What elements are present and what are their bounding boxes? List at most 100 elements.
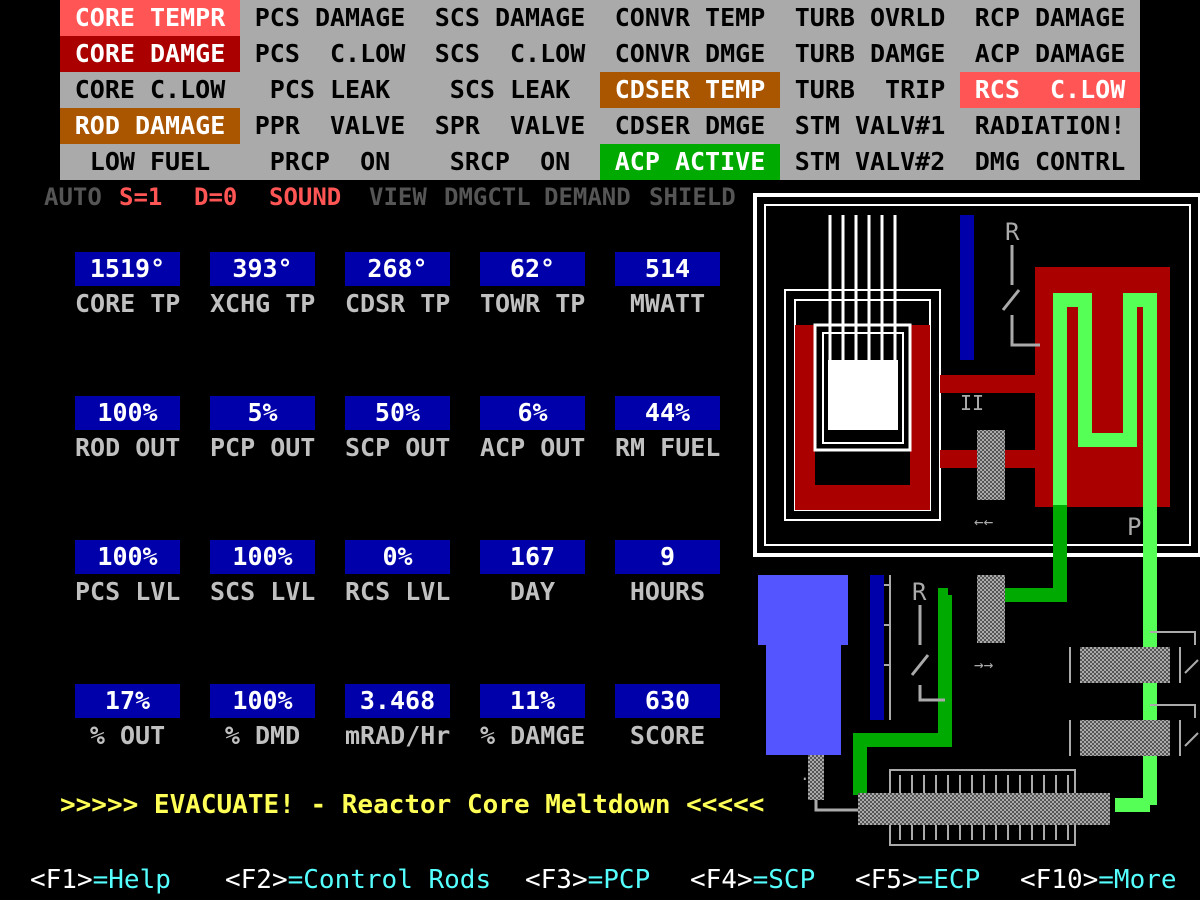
mode-d-0[interactable]: D=0 [194, 182, 269, 212]
reading-label: TOWR TP [480, 289, 586, 318]
reading-label: CDSR TP [345, 289, 451, 318]
turbine-2 [1069, 704, 1199, 756]
status-light-acp-active: ACP ACTIVE [600, 144, 780, 180]
function-key-code: <F1> [30, 865, 93, 895]
mode-demand[interactable]: DEMAND [544, 182, 649, 212]
status-light-dmg-contrl: DMG CONTRL [960, 144, 1140, 180]
mode-shield[interactable]: SHIELD [649, 182, 749, 212]
reading-label: mRAD/Hr [345, 721, 451, 750]
status-light-stm-valv-2: STM VALV#2 [780, 144, 960, 180]
mode-dmgctl[interactable]: DMGCTL [444, 182, 544, 212]
status-light-scs-leak: SCS LEAK [420, 72, 600, 108]
alarm-message: >>>>> EVACUATE! - Reactor Core Meltdown … [60, 790, 765, 820]
reading-label: SCP OUT [345, 433, 451, 462]
reading-hours: 9 HOURS [615, 540, 720, 610]
reading-label: HOURS [629, 577, 706, 606]
condenser-pump[interactable]: . [800, 755, 860, 812]
status-light-stm-valv-1: STM VALV#1 [780, 108, 960, 144]
cooling-tower [758, 575, 848, 755]
mode-sound[interactable]: SOUND [269, 182, 369, 212]
status-light-ppr-valve: PPR VALVE [240, 108, 420, 144]
turbine-1 [1069, 631, 1199, 683]
mode-s-1[interactable]: S=1 [119, 182, 194, 212]
reading-value: 11% [480, 684, 585, 718]
reading-out: 17% % OUT [75, 684, 180, 754]
reading-mrad-hr: 3.468 mRAD/Hr [345, 684, 450, 754]
reading-label: RCS LVL [345, 577, 451, 606]
function-key-f3[interactable]: <F3>=PCP [525, 862, 650, 898]
reading-label: % DAMGE [480, 721, 586, 750]
status-light-pcs-leak: PCS LEAK [240, 72, 420, 108]
reading-value: 167 [480, 540, 585, 574]
reading-value: 6% [480, 396, 585, 430]
reading-label: ROD OUT [75, 433, 181, 462]
reading-pcs-lvl: 100% PCS LVL [75, 540, 180, 610]
reading-label: RM FUEL [615, 433, 721, 462]
reading-towr-tp: 62° TOWR TP [480, 252, 585, 322]
reading-value: 0% [345, 540, 450, 574]
status-light-scs-c-low: SCS C.LOW [420, 36, 600, 72]
reading-label: PCP OUT [210, 433, 316, 462]
condenser [858, 769, 1110, 846]
reading-pcp-out: 5% PCP OUT [210, 396, 315, 466]
reading-value: 62° [480, 252, 585, 286]
mode-auto[interactable]: AUTO [44, 182, 119, 212]
reading-scp-out: 50% SCP OUT [345, 396, 450, 466]
reading-label: % OUT [89, 721, 166, 750]
reading-score: 630 SCORE [615, 684, 720, 754]
reading-value: 514 [615, 252, 720, 286]
status-light-srcp-on: SRCP ON [420, 144, 600, 180]
reading-value: 50% [345, 396, 450, 430]
control-rods [828, 215, 897, 360]
reading-label: MWATT [629, 289, 706, 318]
reading-value: 630 [615, 684, 720, 718]
mode-bar: AUTO S=1 D=0 SOUND VIEW DMGCTL DEMAND SHIELD [44, 182, 749, 212]
svg-text:R: R [912, 578, 927, 606]
status-light-turb-ovrld: TURB OVRLD [780, 0, 960, 36]
function-key-f2[interactable]: <F2>=Control Rods [225, 862, 491, 898]
reading-value: 100% [210, 540, 315, 574]
function-key-code: <F2> [225, 865, 288, 895]
reading-rm-fuel: 44% RM FUEL [615, 396, 720, 466]
reading-value: 100% [210, 684, 315, 718]
status-light-rcp-damage: RCP DAMAGE [960, 0, 1140, 36]
status-light-convr-temp: CONVR TEMP [600, 0, 780, 36]
reading-core-tp: 1519° CORE TP [75, 252, 180, 322]
reading-value: 5% [210, 396, 315, 430]
status-annunciator-panel: CORE TEMPR PCS DAMAGE SCS DAMAGE CONVR TEMP… [60, 0, 1140, 180]
svg-text:.: . [800, 765, 810, 784]
status-light-radiation: RADIATION! [960, 108, 1140, 144]
reading-value: 1519° [75, 252, 180, 286]
function-key-action: =Control Rods [287, 865, 492, 895]
status-light-acp-damage: ACP DAMAGE [960, 36, 1140, 72]
pressurizer-gauge-1: R [960, 215, 1040, 360]
reading-rod-out: 100% ROD OUT [75, 396, 180, 466]
status-light-core-tempr: CORE TEMPR [60, 0, 240, 36]
status-light-core-c-low: CORE C.LOW [60, 72, 240, 108]
reading-value: 393° [210, 252, 315, 286]
reading-scs-lvl: 100% SCS LVL [210, 540, 315, 610]
svg-text:→→: →→ [974, 655, 994, 674]
reactor-vessel [784, 289, 941, 521]
pump-label-ii: II [960, 391, 984, 415]
primary-coolant-pump[interactable]: ←← [974, 430, 1005, 531]
status-light-core-damge: CORE DAMGE [60, 36, 240, 72]
mode-view[interactable]: VIEW [369, 182, 444, 212]
reading-value: 268° [345, 252, 450, 286]
reading-label: CORE TP [75, 289, 181, 318]
reading-value: 100% [75, 540, 180, 574]
reading-value: 3.468 [345, 684, 450, 718]
reading-value: 100% [75, 396, 180, 430]
reading-value: 17% [75, 684, 180, 718]
reading-label: SCORE [629, 721, 706, 750]
status-light-prcp-on: PRCP ON [240, 144, 420, 180]
function-key-f1[interactable]: <F1>=Help [30, 862, 171, 898]
reading-label: ACP OUT [480, 433, 586, 462]
svg-text:R: R [1005, 218, 1020, 246]
status-light-low-fuel: LOW FUEL [60, 144, 240, 180]
secondary-coolant-pump[interactable]: →→ [974, 575, 1005, 674]
reading-damge: 11% % DAMGE [480, 684, 585, 754]
label-p: P [1127, 513, 1141, 541]
reading-acp-out: 6% ACP OUT [480, 396, 585, 466]
status-light-pcs-damage: PCS DAMAGE [240, 0, 420, 36]
